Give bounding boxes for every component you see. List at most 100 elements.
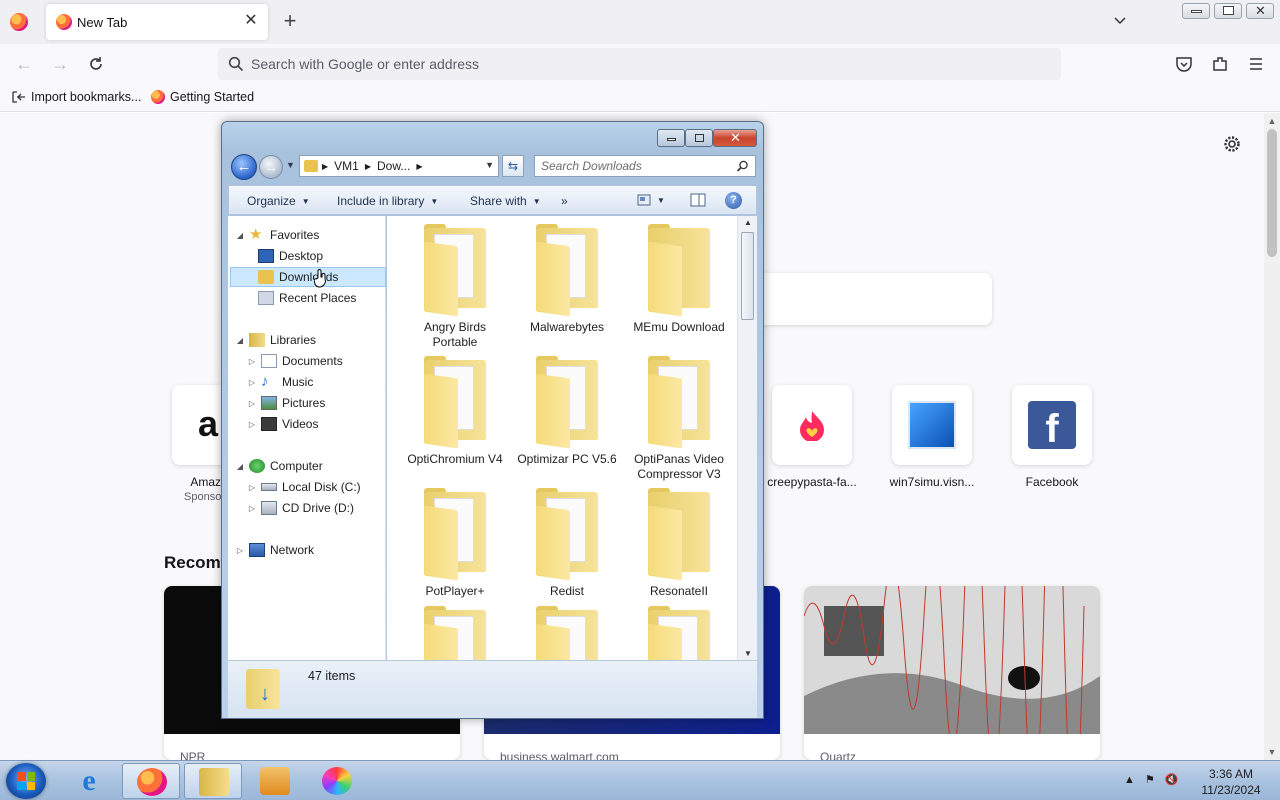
hamburger-menu-icon[interactable] bbox=[1246, 54, 1266, 74]
folder-item[interactable] bbox=[403, 606, 507, 660]
nav-libraries[interactable]: ◢ Libraries bbox=[236, 330, 316, 350]
nav-videos[interactable]: ▷ Videos bbox=[248, 414, 318, 434]
help-icon[interactable]: ? bbox=[725, 192, 742, 209]
breadcrumb-item[interactable]: Dow... bbox=[377, 159, 410, 173]
minimize-button[interactable] bbox=[1182, 3, 1210, 19]
extensions-icon[interactable] bbox=[1210, 54, 1230, 74]
folder-item[interactable]: OptiPanas Video Compressor V3 bbox=[627, 356, 731, 482]
folder-item[interactable]: Angry Birds Portable bbox=[403, 224, 507, 350]
folder-item[interactable]: Malwarebytes bbox=[515, 224, 619, 335]
folder-item[interactable]: ResonateII bbox=[627, 488, 731, 599]
folder-icon bbox=[532, 606, 602, 660]
taskbar-explorer[interactable] bbox=[184, 763, 242, 799]
file-name: ResonateII bbox=[649, 584, 709, 598]
clock[interactable]: 3:36 AM 11/23/2024 bbox=[1196, 766, 1266, 798]
taskbar-color-app[interactable] bbox=[308, 763, 366, 799]
forward-button[interactable]: → bbox=[50, 54, 70, 74]
gear-icon[interactable] bbox=[1222, 134, 1242, 154]
folder-icon bbox=[644, 606, 714, 660]
nav-network[interactable]: ▷ Network bbox=[236, 540, 314, 560]
nav-cd-drive[interactable]: ▷ CD Drive (D:) bbox=[248, 498, 354, 518]
story-source: Quartz bbox=[820, 750, 857, 760]
bookmark-label: Getting Started bbox=[170, 90, 255, 104]
page-scrollbar[interactable]: ▲ ▼ bbox=[1264, 113, 1280, 760]
nav-favorites[interactable]: ◢ ★ Favorites bbox=[236, 225, 319, 245]
computer-icon bbox=[249, 459, 265, 473]
volume-muted-icon[interactable]: 🔇 bbox=[1165, 773, 1179, 786]
folder-item[interactable]: Optimizar PC V5.6 bbox=[515, 356, 619, 467]
start-button[interactable] bbox=[6, 763, 46, 799]
bookmark-import[interactable]: Import bookmarks... bbox=[12, 90, 141, 104]
explorer-close-button[interactable]: ✕ bbox=[713, 129, 757, 147]
refresh-button[interactable]: ⇆ bbox=[502, 155, 524, 177]
tab-close-button[interactable]: ✕ bbox=[242, 12, 260, 30]
nav-desktop[interactable]: Desktop bbox=[258, 246, 323, 266]
shortcut-tile-creepypasta[interactable] bbox=[772, 385, 852, 465]
recent-pages-dropdown[interactable]: ▼ bbox=[286, 160, 296, 170]
nav-downloads[interactable]: Downloads bbox=[230, 267, 386, 287]
shortcut-label: Facebook bbox=[1025, 475, 1079, 489]
view-icon bbox=[637, 194, 651, 206]
folder-icon bbox=[420, 356, 490, 449]
address-bar[interactable] bbox=[218, 48, 1061, 80]
breadcrumb-item[interactable]: VM1 bbox=[334, 159, 359, 173]
nav-pictures[interactable]: ▷ Pictures bbox=[248, 393, 325, 413]
action-center-icon[interactable]: ⚑ bbox=[1145, 773, 1155, 786]
new-tab-button[interactable]: + bbox=[280, 10, 300, 32]
nav-computer[interactable]: ◢ Computer bbox=[236, 456, 323, 476]
include-in-library-menu[interactable]: Include in library ▼ bbox=[337, 194, 438, 208]
scrollbar-thumb[interactable] bbox=[741, 232, 754, 320]
share-with-menu[interactable]: Share with ▼ bbox=[470, 194, 541, 208]
explorer-forward-button[interactable]: → bbox=[259, 155, 283, 179]
explorer-address-bar[interactable]: ▶ VM1 ▶ Dow... ▶ ▼ bbox=[299, 155, 499, 177]
scrollbar-thumb[interactable] bbox=[1267, 129, 1277, 257]
folder-item[interactable]: PotPlayer+ bbox=[403, 488, 507, 599]
shortcut-label: Amaz bbox=[190, 475, 221, 489]
file-list-scrollbar[interactable]: ▲ ▼ bbox=[737, 216, 757, 660]
folder-item[interactable]: OptiChromium V4 bbox=[403, 356, 507, 467]
address-dropdown-icon[interactable]: ▼ bbox=[485, 160, 494, 170]
explorer-back-button[interactable]: ← bbox=[231, 154, 257, 180]
chevron-down-icon[interactable] bbox=[1112, 12, 1128, 28]
change-view-button[interactable]: ▼ bbox=[637, 194, 665, 206]
close-window-button[interactable]: ✕ bbox=[1246, 3, 1274, 19]
explorer-search-box[interactable] bbox=[534, 155, 756, 177]
nav-documents[interactable]: ▷ Documents bbox=[248, 351, 343, 371]
preview-pane-icon[interactable] bbox=[690, 193, 706, 207]
folder-item[interactable] bbox=[627, 606, 731, 660]
shortcut-tile-facebook[interactable]: f bbox=[1012, 385, 1092, 465]
show-hidden-icons-icon[interactable]: ▲ bbox=[1124, 774, 1135, 786]
folder-icon bbox=[532, 356, 602, 449]
taskbar-internet-explorer[interactable]: e bbox=[60, 763, 118, 799]
folder-icon bbox=[420, 488, 490, 581]
organize-menu[interactable]: Organize ▼ bbox=[247, 194, 310, 208]
tab-title: New Tab bbox=[77, 15, 128, 30]
folder-item[interactable]: MEmu Download bbox=[627, 224, 731, 335]
tab-new-tab[interactable]: New Tab ✕ bbox=[46, 4, 268, 40]
file-name: Optimizar PC V5.6 bbox=[517, 452, 617, 466]
folder-item[interactable]: Redist bbox=[515, 488, 619, 599]
pocket-icon[interactable] bbox=[1174, 54, 1194, 74]
nav-local-disk[interactable]: ▷ Local Disk (C:) bbox=[248, 477, 361, 497]
firefox-view-icon[interactable] bbox=[10, 13, 28, 31]
explorer-minimize-button[interactable] bbox=[657, 129, 685, 147]
story-card-quartz[interactable]: Quartz bbox=[804, 586, 1100, 760]
file-name: MEmu Download bbox=[633, 320, 725, 334]
taskbar-firefox[interactable] bbox=[122, 763, 180, 799]
explorer-search-input[interactable] bbox=[541, 159, 731, 173]
shortcut-sponsored-label: Sponso bbox=[184, 491, 222, 503]
more-commands-button[interactable]: » bbox=[561, 194, 568, 208]
file-list: Angry Birds Portable Malwarebytes MEmu D… bbox=[387, 216, 737, 660]
nav-music[interactable]: ▷ ♪ Music bbox=[248, 372, 313, 392]
address-input[interactable] bbox=[251, 54, 1031, 74]
taskbar-media-player[interactable] bbox=[246, 763, 304, 799]
folder-item[interactable] bbox=[515, 606, 619, 660]
star-icon: ★ bbox=[249, 226, 263, 243]
back-button[interactable]: ← bbox=[14, 54, 34, 74]
shortcut-tile-win7simu[interactable] bbox=[892, 385, 972, 465]
nav-recent-places[interactable]: Recent Places bbox=[258, 288, 356, 308]
bookmark-getting-started[interactable]: Getting Started bbox=[151, 90, 254, 104]
explorer-maximize-button[interactable] bbox=[685, 129, 713, 147]
restore-button[interactable] bbox=[1214, 3, 1242, 19]
reload-icon[interactable] bbox=[86, 54, 106, 74]
